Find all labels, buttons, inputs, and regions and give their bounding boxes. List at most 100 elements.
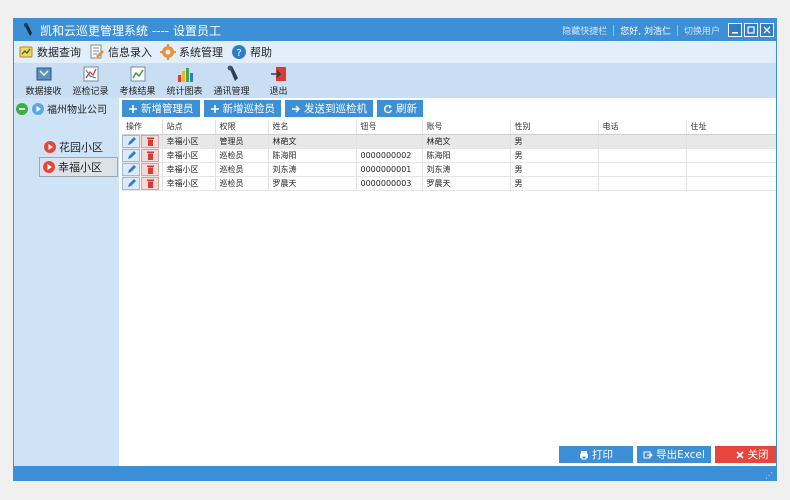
column-header[interactable]: 姓名 <box>268 120 357 135</box>
tree-item-garden[interactable]: 花园小区 <box>41 138 106 156</box>
cell-phone <box>598 148 687 163</box>
gear-icon <box>160 44 176 60</box>
trash-icon <box>146 151 154 160</box>
tool-label: 数据接收 <box>25 87 62 97</box>
delete-button[interactable] <box>141 134 159 147</box>
app-window: 凯和云巡更管理系统 ---- 设置员工 隐藏快捷栏 您好, 刘浩仁 切换用户 数… <box>13 18 777 481</box>
add-admin-button[interactable]: 新增管理员 <box>122 100 200 117</box>
menu-help[interactable]: ? 帮助 <box>231 44 272 60</box>
menu-system-admin[interactable]: 系统管理 <box>160 44 223 60</box>
communication-icon <box>227 65 238 81</box>
cell-address <box>686 176 776 191</box>
column-header[interactable]: 站点 <box>162 120 216 135</box>
help-icon: ? <box>232 45 246 59</box>
button-label: 关闭 <box>747 449 769 461</box>
button-label: 新增巡检员 <box>222 103 276 115</box>
button-label: 发送到巡检机 <box>304 103 367 115</box>
column-header[interactable]: 住址 <box>686 120 776 135</box>
delete-button[interactable] <box>141 176 159 189</box>
data-query-icon <box>19 46 33 58</box>
delete-button[interactable] <box>141 148 159 161</box>
column-header[interactable]: 性别 <box>510 120 599 135</box>
button-label: 新增管理员 <box>141 103 194 115</box>
tool-patrol-record[interactable]: 巡检记录 <box>67 63 114 97</box>
tool-exit[interactable]: 退出 <box>255 63 302 97</box>
table-row[interactable]: 幸福小区 巡检员 刘东涛 0000000001 刘东涛男 <box>122 162 776 177</box>
close-icon <box>763 26 771 34</box>
tool-communication[interactable]: 通讯管理 <box>208 63 255 97</box>
cell-button-no <box>356 134 423 149</box>
cell-account: 罗晨天 <box>422 176 511 191</box>
column-header[interactable]: 电话 <box>598 120 687 135</box>
tool-statistics-chart[interactable]: 统计图表 <box>161 63 208 97</box>
tool-label: 巡检记录 <box>72 87 109 97</box>
menu-label: 系统管理 <box>179 46 223 59</box>
send-to-device-button[interactable]: 发送到巡检机 <box>285 100 373 117</box>
org-tree-panel: 福州物业公司 花园小区 幸福小区 <box>14 98 119 466</box>
column-header[interactable]: 账号 <box>422 120 511 135</box>
exit-icon <box>270 67 286 81</box>
cell-button-no: 0000000002 <box>356 148 423 163</box>
add-inspector-button[interactable]: 新增巡检员 <box>203 100 281 117</box>
column-header[interactable]: 钮号 <box>356 120 423 135</box>
menu-info-entry[interactable]: 信息录入 <box>89 44 152 60</box>
tree-root-node[interactable]: 福州物业公司 <box>16 101 107 116</box>
hide-shortcut-link[interactable]: 隐藏快捷栏 <box>562 24 607 37</box>
print-button[interactable]: 打印 <box>559 446 633 463</box>
minimize-button[interactable] <box>728 23 742 37</box>
resize-grip-icon[interactable]: ⋰ <box>765 471 773 480</box>
edit-button[interactable] <box>122 176 140 189</box>
collapse-toggle-icon[interactable] <box>16 102 28 115</box>
action-button-row: 新增管理员 新增巡检员 发送到巡检机 刷新 <box>122 100 427 117</box>
menu-data-query[interactable]: 数据查询 <box>18 44 81 60</box>
delete-button[interactable] <box>141 162 159 175</box>
maximize-button[interactable] <box>744 23 758 37</box>
close-window-button[interactable] <box>760 23 774 37</box>
trash-icon <box>146 179 154 188</box>
cell-role: 管理员 <box>215 134 269 149</box>
assessment-result-icon <box>130 66 145 82</box>
column-header[interactable]: 权限 <box>215 120 269 135</box>
cell-gender: 男 <box>510 162 599 177</box>
export-excel-button[interactable]: 导出Excel <box>637 446 711 463</box>
cell-role: 巡检员 <box>215 162 269 177</box>
column-header[interactable]: 操作 <box>122 120 163 135</box>
trash-icon <box>146 137 154 146</box>
cell-address <box>686 162 776 177</box>
tool-label: 通讯管理 <box>213 87 250 97</box>
svg-text:?: ? <box>236 48 241 59</box>
menu-label: 数据查询 <box>37 46 81 59</box>
plus-icon <box>210 104 219 113</box>
cell-site: 幸福小区 <box>162 176 216 191</box>
tool-data-receive[interactable]: 数据接收 <box>20 63 67 97</box>
edit-button[interactable] <box>122 162 140 175</box>
edit-button[interactable] <box>122 148 140 161</box>
main-content: 新增管理员 新增巡检员 发送到巡检机 刷新 操作 站点 权限 姓名 钮号 账号 … <box>119 98 776 466</box>
tool-label: 考核结果 <box>119 87 156 97</box>
tool-label: 统计图表 <box>166 87 203 97</box>
app-logo-icon <box>24 23 32 36</box>
quick-toolbar: 数据接收 巡检记录 考核结果 统计图表 通讯管理 退出 <box>14 63 776 98</box>
edit-button[interactable] <box>122 134 140 147</box>
divider <box>676 24 678 36</box>
table-row[interactable]: 幸福小区 巡检员 罗晨天 0000000003 罗晨天男 <box>122 176 776 191</box>
row-actions-cell <box>122 176 163 191</box>
row-actions-cell <box>122 148 163 163</box>
cell-site: 幸福小区 <box>162 162 216 177</box>
row-actions-cell <box>122 134 163 149</box>
status-bar: ⋰ <box>14 466 776 480</box>
table-row[interactable]: 幸福小区 管理员 林葩文 林葩文男 <box>122 134 776 149</box>
footer-button-row: 打印 导出Excel 关闭 <box>119 446 776 464</box>
tool-assessment-result[interactable]: 考核结果 <box>114 63 161 97</box>
switch-user-link[interactable]: 切换用户 <box>684 24 720 37</box>
tree-item-xingfu[interactable]: 幸福小区 <box>39 157 118 177</box>
cell-gender: 男 <box>510 176 599 191</box>
cell-role: 巡检员 <box>215 148 269 163</box>
cell-name: 陈海阳 <box>268 148 357 163</box>
table-row[interactable]: 幸福小区 巡检员 陈海阳 0000000002 陈海阳男 <box>122 148 776 163</box>
cell-address <box>686 134 776 149</box>
arrow-right-icon <box>292 105 300 112</box>
close-button[interactable]: 关闭 <box>715 446 776 463</box>
button-label: 刷新 <box>396 103 417 115</box>
refresh-button[interactable]: 刷新 <box>377 100 423 117</box>
